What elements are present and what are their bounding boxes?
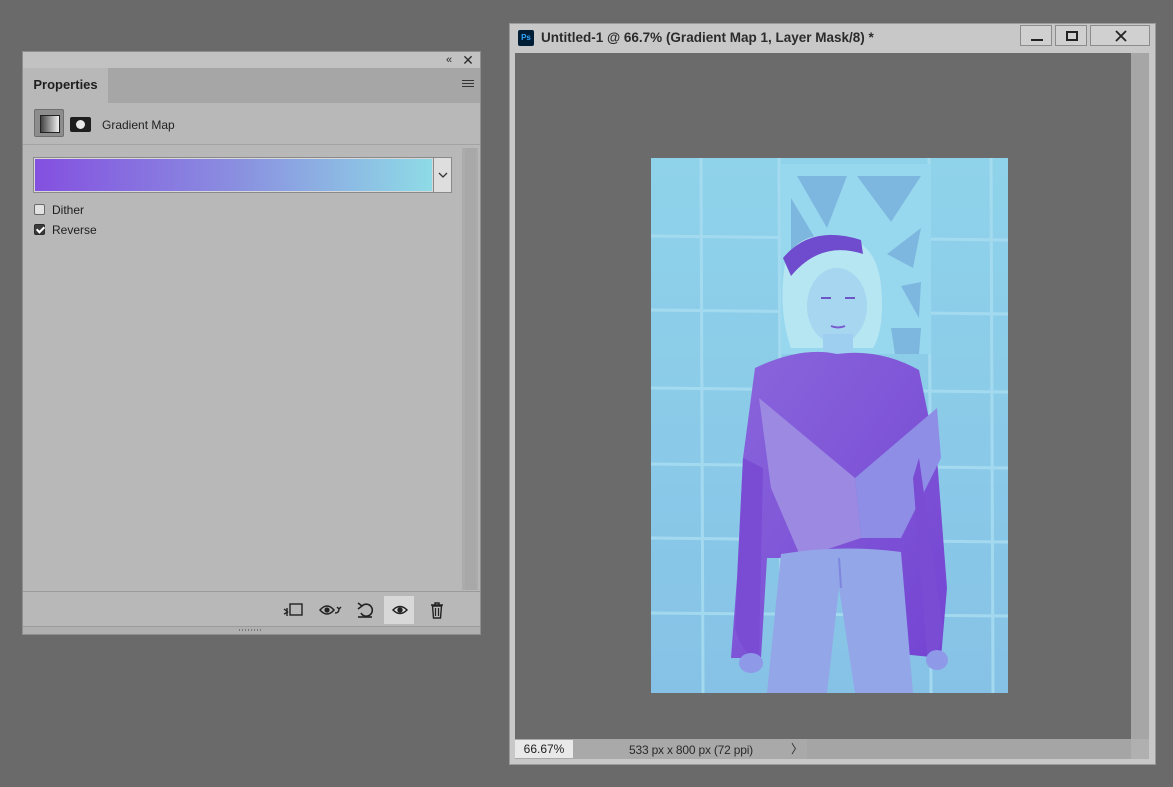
document-status-bar: 66.67% 533 px x 800 px (72 ppi) 〉: [515, 739, 1149, 759]
reverse-checkbox[interactable]: [34, 224, 45, 235]
adjustment-header: Gradient Map: [23, 103, 480, 145]
photoshop-logo-icon: Ps: [518, 30, 534, 46]
document-title: Untitled-1 @ 66.7% (Gradient Map 1, Laye…: [541, 30, 874, 45]
chevron-down-icon: [438, 172, 448, 178]
clip-to-layer-button[interactable]: [276, 596, 306, 624]
tab-properties[interactable]: Properties: [23, 68, 108, 103]
view-previous-state-icon: [319, 605, 342, 615]
eye-icon: [391, 605, 409, 615]
document-window: Ps Untitled-1 @ 66.7% (Gradient Map 1, L…: [509, 23, 1156, 765]
properties-scrollbar[interactable]: [462, 148, 478, 590]
trash-icon: [431, 602, 443, 619]
gradient-dropdown-button[interactable]: [433, 158, 451, 192]
gradient-preview-bar[interactable]: [35, 159, 432, 191]
toggle-visibility-button[interactable]: [384, 596, 414, 624]
properties-footer: [23, 591, 480, 627]
document-vertical-scrollbar[interactable]: [1131, 53, 1149, 739]
reset-button[interactable]: [349, 596, 379, 624]
collapse-panel-button[interactable]: «: [440, 52, 456, 68]
document-info[interactable]: 533 px x 800 px (72 ppi): [578, 741, 804, 757]
reset-icon: [357, 602, 374, 618]
gradient-picker[interactable]: [33, 157, 452, 193]
panel-resize-grip[interactable]: [23, 626, 480, 634]
panel-topbar[interactable]: « ✕: [23, 52, 480, 68]
minimize-icon: [1031, 39, 1043, 41]
close-icon: [1115, 30, 1127, 42]
maximize-button[interactable]: [1055, 25, 1087, 46]
dither-label: Dither: [52, 203, 85, 217]
document-horizontal-scrollbar[interactable]: [807, 739, 1149, 759]
properties-panel: « ✕ Properties Gradient Map Dither Rever…: [22, 51, 481, 635]
zoom-level-field[interactable]: 66.67%: [515, 740, 573, 758]
document-titlebar[interactable]: Ps Untitled-1 @ 66.7% (Gradient Map 1, L…: [510, 24, 1155, 53]
scrollbar-corner: [1131, 739, 1149, 759]
gradient-map-adjustment-icon[interactable]: [34, 109, 64, 137]
close-window-button[interactable]: [1090, 25, 1150, 46]
delete-button[interactable]: [421, 596, 451, 624]
panel-tabbar: Properties: [23, 68, 480, 103]
document-image[interactable]: [651, 158, 1008, 693]
panel-menu-icon[interactable]: [462, 80, 474, 90]
dither-checkbox[interactable]: [34, 204, 45, 215]
reverse-label: Reverse: [52, 223, 97, 237]
minimize-button[interactable]: [1020, 25, 1052, 46]
close-panel-button[interactable]: ✕: [460, 52, 476, 68]
adjustment-title: Gradient Map: [102, 118, 175, 132]
maximize-icon: [1066, 31, 1078, 41]
gradient-mapped-photo: [651, 158, 1008, 693]
document-info-menu-arrow[interactable]: 〉: [791, 739, 805, 759]
canvas-area[interactable]: [515, 53, 1131, 739]
view-previous-state-button[interactable]: [313, 596, 343, 624]
clip-to-layer-icon: [283, 603, 303, 616]
layer-mask-icon[interactable]: [70, 117, 91, 132]
properties-content: Dither Reverse: [23, 145, 460, 592]
